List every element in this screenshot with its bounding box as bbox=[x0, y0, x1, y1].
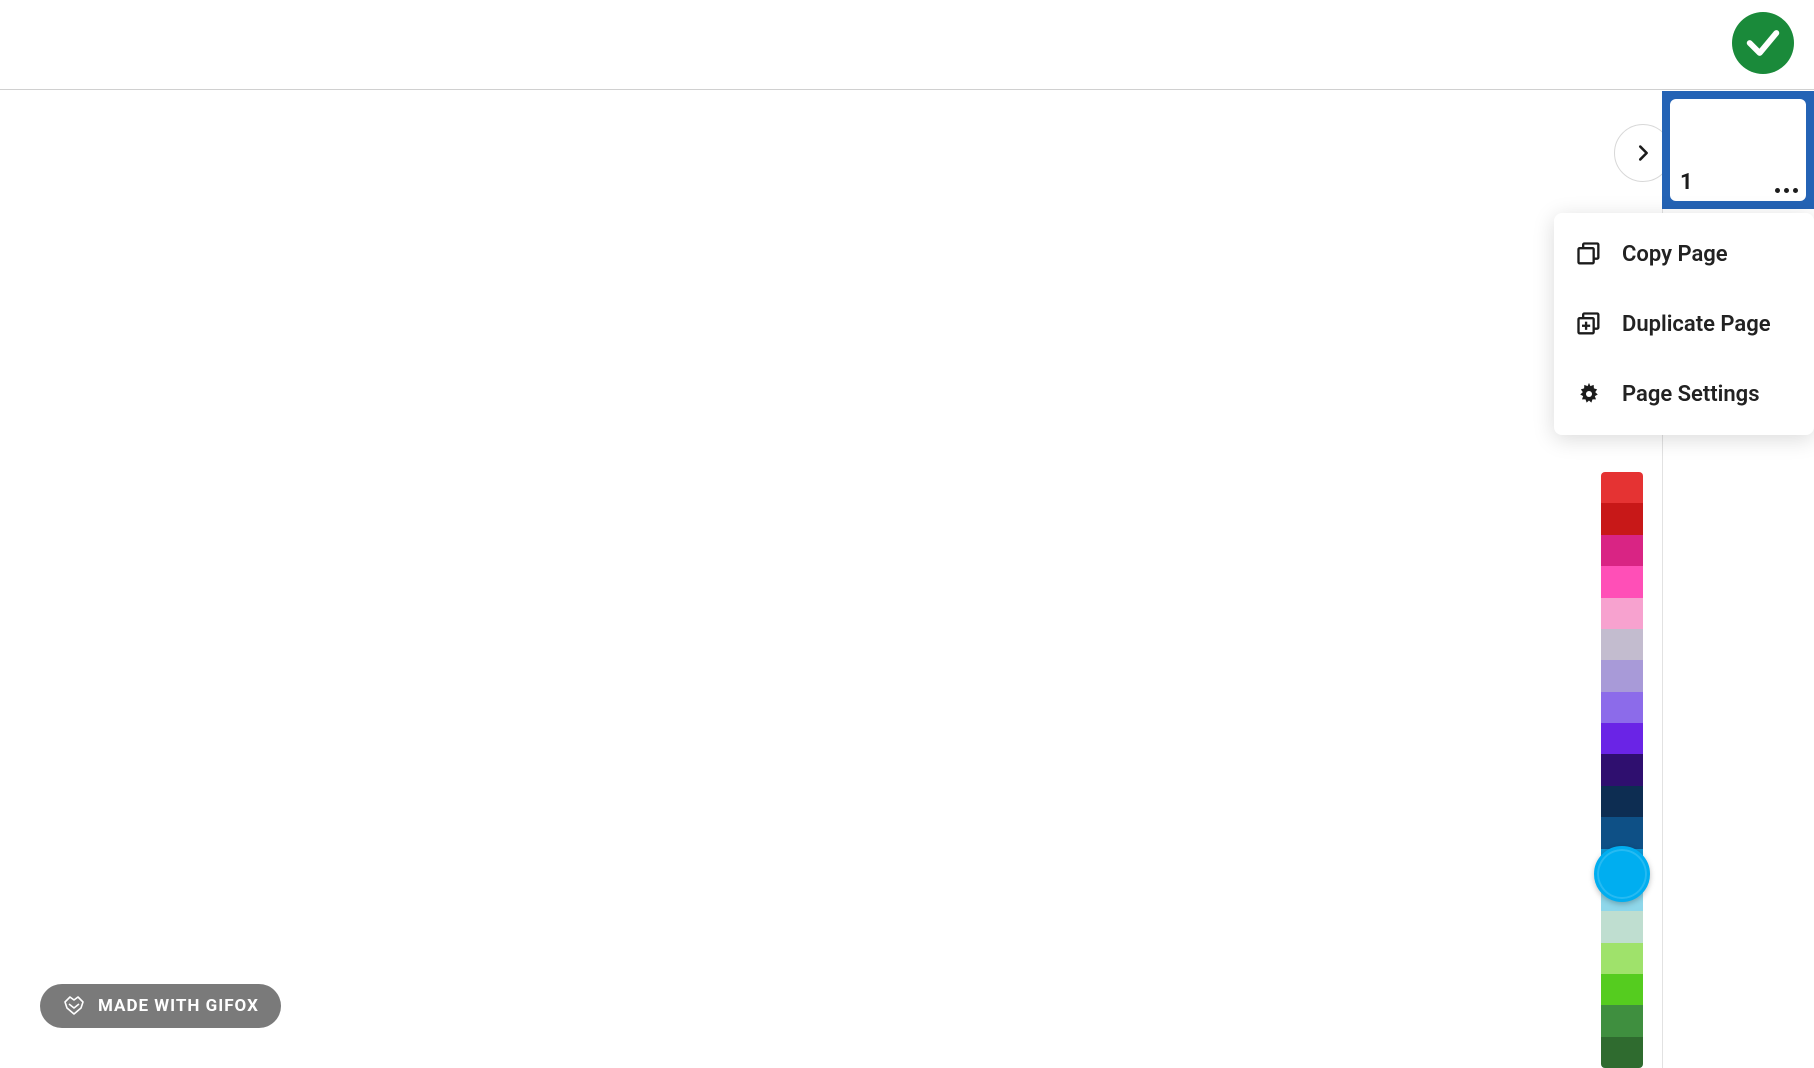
color-segment bbox=[1601, 817, 1643, 848]
color-segment bbox=[1601, 472, 1643, 503]
copy-icon bbox=[1575, 240, 1603, 268]
page-thumbnail-preview: 1 bbox=[1670, 99, 1806, 201]
color-segment bbox=[1601, 723, 1643, 754]
dots-icon bbox=[1793, 188, 1798, 193]
color-segment bbox=[1601, 598, 1643, 629]
page-thumbnail-1[interactable]: 1 bbox=[1662, 91, 1814, 209]
duplicate-icon bbox=[1575, 310, 1603, 338]
color-segment bbox=[1601, 1037, 1643, 1068]
canvas-area[interactable] bbox=[0, 91, 1814, 1068]
color-segment bbox=[1601, 911, 1643, 942]
menu-item-duplicate-page[interactable]: Duplicate Page bbox=[1554, 289, 1814, 359]
color-hue-slider[interactable] bbox=[1601, 472, 1643, 1068]
color-segment bbox=[1601, 629, 1643, 660]
page-number-label: 1 bbox=[1680, 170, 1693, 195]
color-segment bbox=[1601, 786, 1643, 817]
color-slider-track bbox=[1601, 472, 1643, 1068]
color-slider-handle[interactable] bbox=[1594, 846, 1650, 902]
check-icon bbox=[1743, 23, 1783, 63]
menu-item-label: Duplicate Page bbox=[1622, 312, 1771, 337]
page-context-menu: Copy Page Duplicate Page Page Settings bbox=[1554, 213, 1814, 435]
top-toolbar bbox=[0, 0, 1814, 90]
color-segment bbox=[1601, 535, 1643, 566]
color-segment bbox=[1601, 754, 1643, 785]
page-thumbnail-menu-button[interactable] bbox=[1775, 188, 1798, 193]
menu-item-label: Page Settings bbox=[1622, 382, 1760, 407]
color-segment bbox=[1601, 566, 1643, 597]
watermark-text: MADE WITH GIFOX bbox=[98, 996, 259, 1016]
color-segment bbox=[1601, 974, 1643, 1005]
menu-item-copy-page[interactable]: Copy Page bbox=[1554, 219, 1814, 289]
color-segment bbox=[1601, 503, 1643, 534]
color-segment bbox=[1601, 943, 1643, 974]
color-segment bbox=[1601, 1005, 1643, 1036]
color-segment bbox=[1601, 660, 1643, 691]
menu-item-page-settings[interactable]: Page Settings bbox=[1554, 359, 1814, 429]
dots-icon bbox=[1775, 188, 1780, 193]
gifox-icon bbox=[62, 994, 86, 1018]
dots-icon bbox=[1784, 188, 1789, 193]
success-badge bbox=[1732, 12, 1794, 74]
watermark-badge: MADE WITH GIFOX bbox=[40, 984, 281, 1028]
menu-item-label: Copy Page bbox=[1622, 242, 1728, 267]
color-segment bbox=[1601, 692, 1643, 723]
chevron-right-icon bbox=[1632, 142, 1654, 164]
gear-icon bbox=[1575, 380, 1603, 408]
